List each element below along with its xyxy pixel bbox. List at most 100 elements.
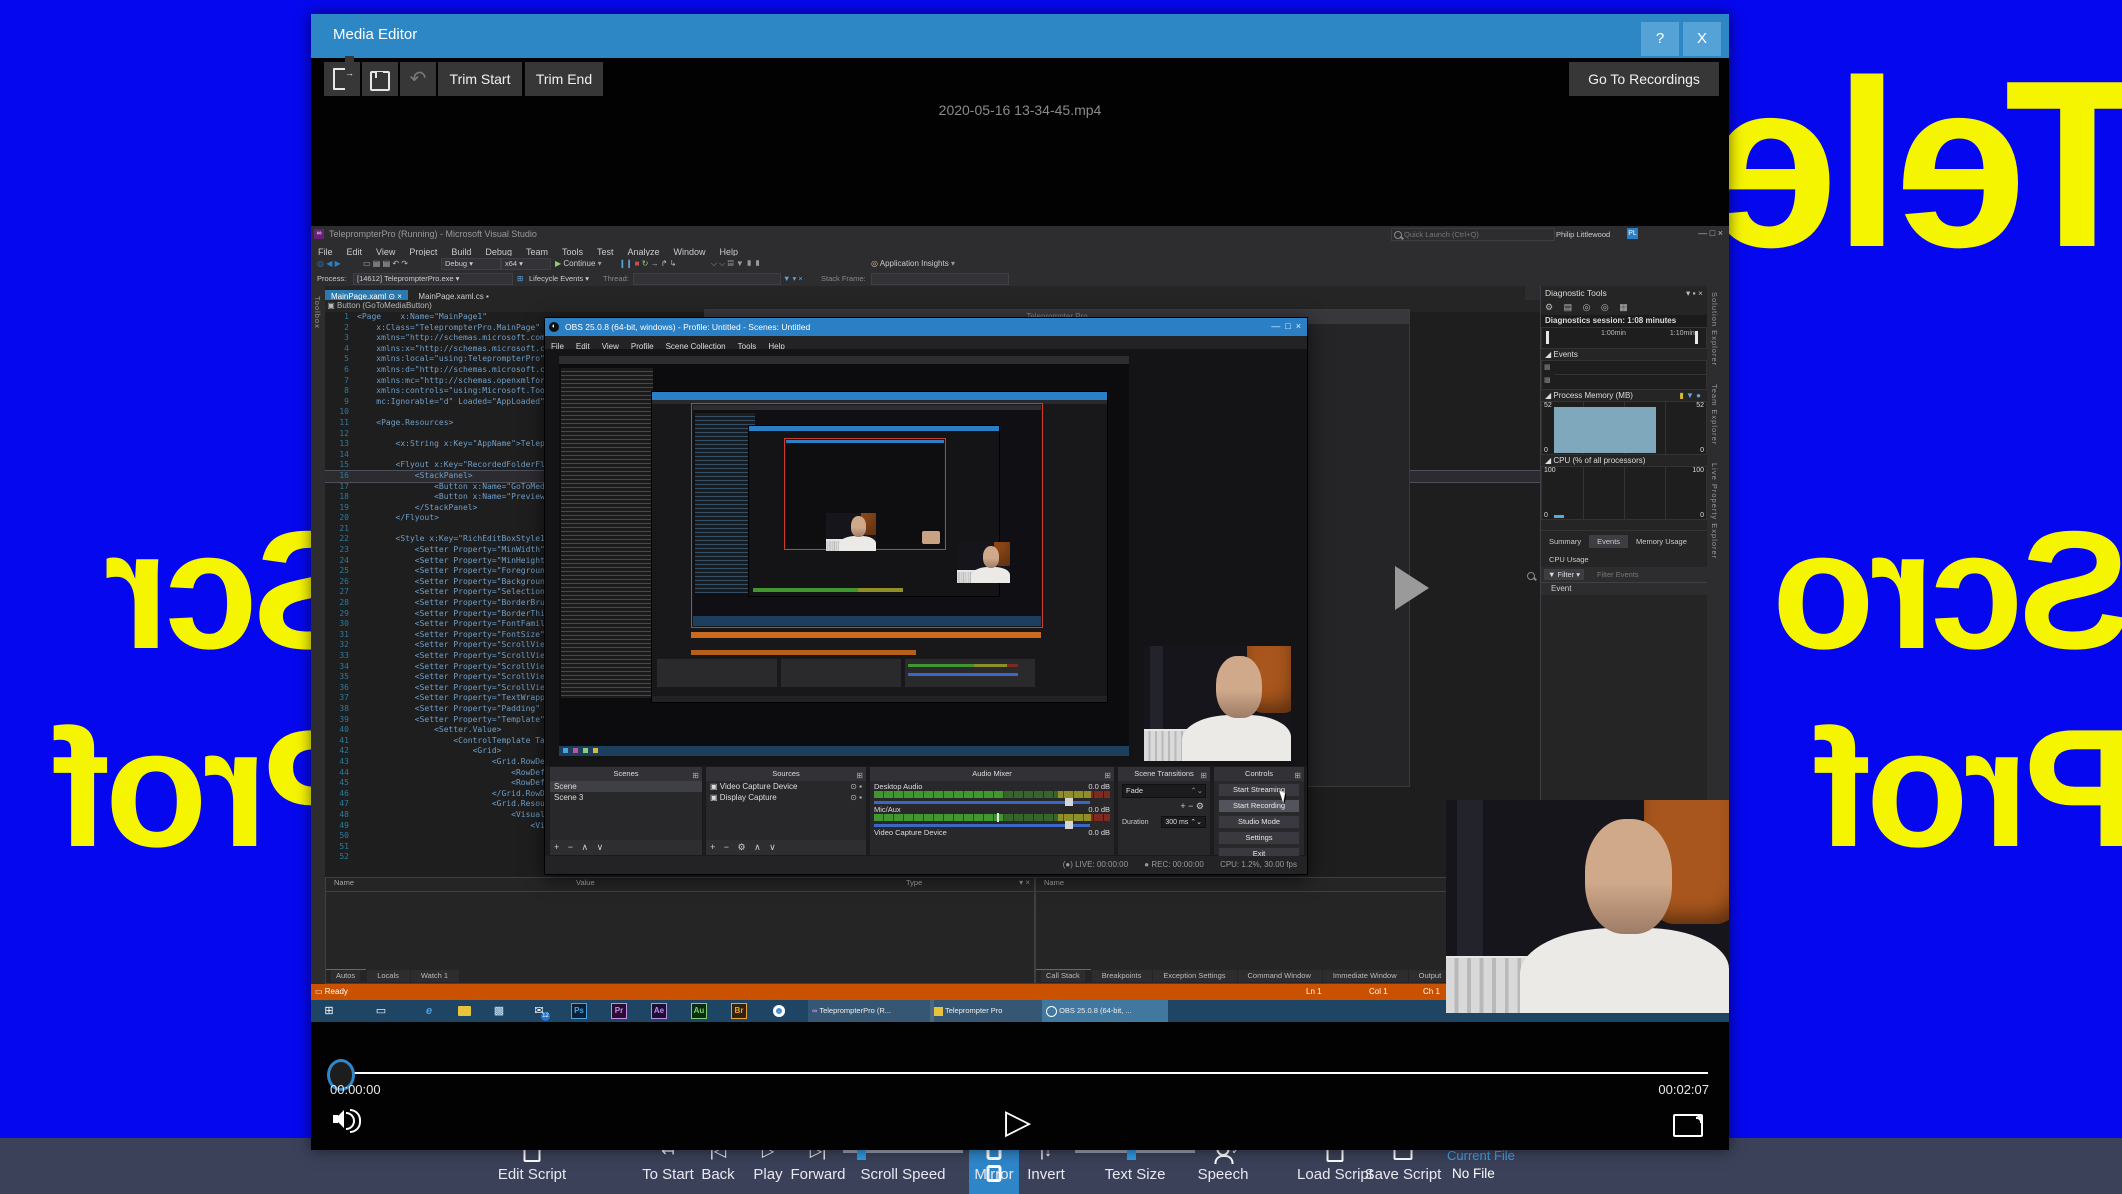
- go-to-recordings-button[interactable]: Go To Recordings: [1569, 62, 1719, 96]
- trim-end-button[interactable]: Trim End: [525, 62, 603, 96]
- filter-icons[interactable]: ▼ ▾ ×: [783, 274, 803, 283]
- autos-tab[interactable]: Locals: [367, 970, 410, 982]
- visibility-lock-icons[interactable]: ⊙ ▪: [850, 792, 862, 803]
- obs-control-button[interactable]: Settings: [1218, 831, 1300, 845]
- callstack-tab[interactable]: Call Stack: [1036, 969, 1091, 982]
- transition-select[interactable]: Fade ⌃⌄: [1122, 784, 1206, 798]
- file-explorer-icon[interactable]: [456, 1003, 472, 1019]
- callstack-tab[interactable]: Command Window: [1237, 970, 1322, 982]
- source-item[interactable]: ▣ Display Capture ⊙ ▪: [706, 792, 866, 803]
- vs-window-controls[interactable]: — □ ×: [1698, 228, 1723, 238]
- quick-launch-box[interactable]: Quick Launch (Ctrl+Q): [1391, 228, 1555, 241]
- taskbar-app-teleprompter[interactable]: Teleprompter Pro: [930, 1000, 1046, 1022]
- obs-control-button[interactable]: Studio Mode: [1218, 815, 1300, 829]
- play-button[interactable]: ▷: [1005, 1102, 1031, 1142]
- vs-misc-icons[interactable]: ⌵ ⌵ ▤ ▼ ▮ ▮: [711, 259, 760, 269]
- obs-preview-canvas[interactable]: [545, 349, 1307, 766]
- vs-debug-controls[interactable]: ❙❙ ■ ↻ → ↱ ↳: [619, 259, 677, 268]
- scene-item[interactable]: Scene 3: [550, 792, 702, 803]
- undo-button[interactable]: ↶: [400, 62, 436, 96]
- aftereffects-icon[interactable]: Ae: [651, 1003, 667, 1019]
- diag-timeline[interactable]: 1:00min 1:10min: [1541, 327, 1707, 349]
- diag-tab[interactable]: CPU Usage: [1541, 553, 1597, 566]
- video-frame[interactable]: ∞ TeleprompterPro (Running) - Microsoft …: [311, 226, 1729, 1022]
- edge-icon[interactable]: e: [421, 1003, 437, 1019]
- app-insights-button[interactable]: ◎ Application Insights ▾: [871, 259, 955, 268]
- start-button[interactable]: ⊞: [321, 1003, 337, 1019]
- volume-slider[interactable]: [874, 798, 1090, 806]
- controls-panel-title[interactable]: Controls ⊞: [1214, 767, 1304, 781]
- filter-events-input[interactable]: Filter Events: [1597, 570, 1639, 579]
- chrome-icon[interactable]: [771, 1003, 787, 1019]
- vs-nav-icons[interactable]: ◎ ◀ ▶: [317, 259, 341, 268]
- vs-menubar[interactable]: File Edit View Project Build Debug Team Tools Te…: [311, 242, 1729, 257]
- diag-memory-header[interactable]: ◢ Process Memory (MB) ▮ ▼ ●: [1541, 390, 1707, 401]
- duration-input[interactable]: 300 ms ⌃⌄: [1161, 816, 1206, 828]
- diag-cpu-header[interactable]: ◢ CPU (% of all processors): [1541, 455, 1707, 466]
- vs-platform-dropdown[interactable]: x64 ▾: [501, 258, 551, 270]
- popout-icon[interactable]: ⊞: [1294, 769, 1301, 783]
- close-button[interactable]: X: [1683, 22, 1721, 56]
- help-button[interactable]: ?: [1641, 22, 1679, 56]
- source-item[interactable]: ▣ Video Capture Device ⊙ ▪: [706, 781, 866, 792]
- taskbar-app-obs[interactable]: OBS 25.0.8 (64-bit, ...: [1042, 1000, 1168, 1022]
- obs-titlebar[interactable]: ◐ OBS 25.0.8 (64-bit, windows) - Profile…: [545, 318, 1307, 336]
- sources-panel-toolbar[interactable]: + − ⚙ ∧ ∨: [706, 840, 866, 855]
- store-icon[interactable]: ▩: [491, 1003, 507, 1019]
- right-vertical-tab[interactable]: Live Property Explorer: [1710, 463, 1719, 559]
- callstack-tab[interactable]: Immediate Window: [1322, 970, 1408, 982]
- pip-cast-icon[interactable]: [1673, 1114, 1703, 1137]
- scenes-panel-toolbar[interactable]: + − ∧ ∨: [550, 840, 702, 855]
- obs-menubar[interactable]: File Edit View Profile Scene Collection Tools…: [545, 336, 1307, 351]
- volume-slider[interactable]: [874, 821, 1090, 829]
- volume-icon[interactable]: [333, 1109, 361, 1133]
- mail-icon[interactable]: ✉ 12: [531, 1003, 550, 1021]
- trim-start-button[interactable]: Trim Start: [438, 62, 522, 96]
- timeline-marker[interactable]: [1546, 331, 1549, 344]
- callstack-tab[interactable]: Breakpoints: [1091, 970, 1153, 982]
- transitions-panel-title[interactable]: Scene Transitions ⊞: [1118, 767, 1210, 781]
- popout-icon[interactable]: ⊞: [1104, 769, 1111, 783]
- premiere-icon[interactable]: Pr: [611, 1003, 627, 1019]
- thread-dropdown[interactable]: [633, 273, 781, 285]
- popout-icon[interactable]: ⊞: [1200, 769, 1207, 783]
- diag-events-header[interactable]: ◢ Events: [1541, 349, 1707, 360]
- diag-tab[interactable]: Summary: [1541, 535, 1589, 548]
- lifecycle-events-dropdown[interactable]: Lifecycle Events ▾: [529, 274, 589, 283]
- autos-tab[interactable]: Watch 1: [410, 970, 460, 982]
- save-button[interactable]: [362, 62, 398, 96]
- vs-config-dropdown[interactable]: Debug ▾: [441, 258, 501, 270]
- filter-dropdown[interactable]: ▼ Filter ▾: [1544, 569, 1585, 580]
- sources-panel-title[interactable]: Sources ⊞: [706, 767, 866, 781]
- panel-controls[interactable]: ▾ ×: [1019, 878, 1030, 887]
- callstack-tab[interactable]: Exception Settings: [1153, 970, 1237, 982]
- taskbar-app-vs[interactable]: ∞ TeleprompterPro (R...: [808, 1000, 934, 1022]
- search-icon[interactable]: [1527, 571, 1535, 580]
- process-dropdown[interactable]: [14612] TeleprompterPro.exe ▾: [353, 273, 513, 285]
- panel-controls[interactable]: ▾ ▪ ×: [1686, 286, 1703, 300]
- right-vertical-tab[interactable]: Solution Explorer: [1710, 292, 1719, 366]
- photoshop-icon[interactable]: Ps: [571, 1003, 587, 1019]
- autos-tab[interactable]: Autos: [326, 969, 367, 982]
- event-column-header[interactable]: Event: [1541, 582, 1707, 595]
- timeline-marker[interactable]: [1695, 331, 1698, 344]
- media-editor-titlebar[interactable]: Media Editor ? X: [311, 14, 1729, 58]
- diag-tab[interactable]: Memory Usage: [1628, 535, 1695, 548]
- scene-item[interactable]: Scene: [550, 781, 702, 792]
- task-view-icon[interactable]: ▭: [373, 1003, 389, 1019]
- obs-window-controls[interactable]: — □ ×: [1271, 321, 1301, 331]
- transition-add-remove[interactable]: + − ⚙: [1118, 801, 1210, 812]
- right-vertical-tab[interactable]: Team Explorer: [1710, 384, 1719, 445]
- bridge-icon[interactable]: Br: [731, 1003, 747, 1019]
- visibility-lock-icons[interactable]: ⊙ ▪: [850, 781, 862, 792]
- toolbox-vertical-tab[interactable]: Toolbox: [313, 296, 322, 329]
- stack-frame-dropdown[interactable]: [871, 273, 1009, 285]
- vs-file-icons[interactable]: ▭ ▤ ▤ ↶ ↷: [363, 259, 408, 268]
- new-file-button[interactable]: [324, 56, 360, 96]
- diag-toolbar[interactable]: ⚙ ▤ ◎ ◎ ▦: [1541, 300, 1707, 315]
- mixer-panel-title[interactable]: Audio Mixer ⊞: [870, 767, 1114, 781]
- continue-button[interactable]: ▶ Continue ▾: [555, 259, 602, 268]
- scenes-panel-title[interactable]: Scenes ⊞: [550, 767, 702, 781]
- seek-bar[interactable]: [336, 1072, 1708, 1074]
- audition-icon[interactable]: Au: [691, 1003, 707, 1019]
